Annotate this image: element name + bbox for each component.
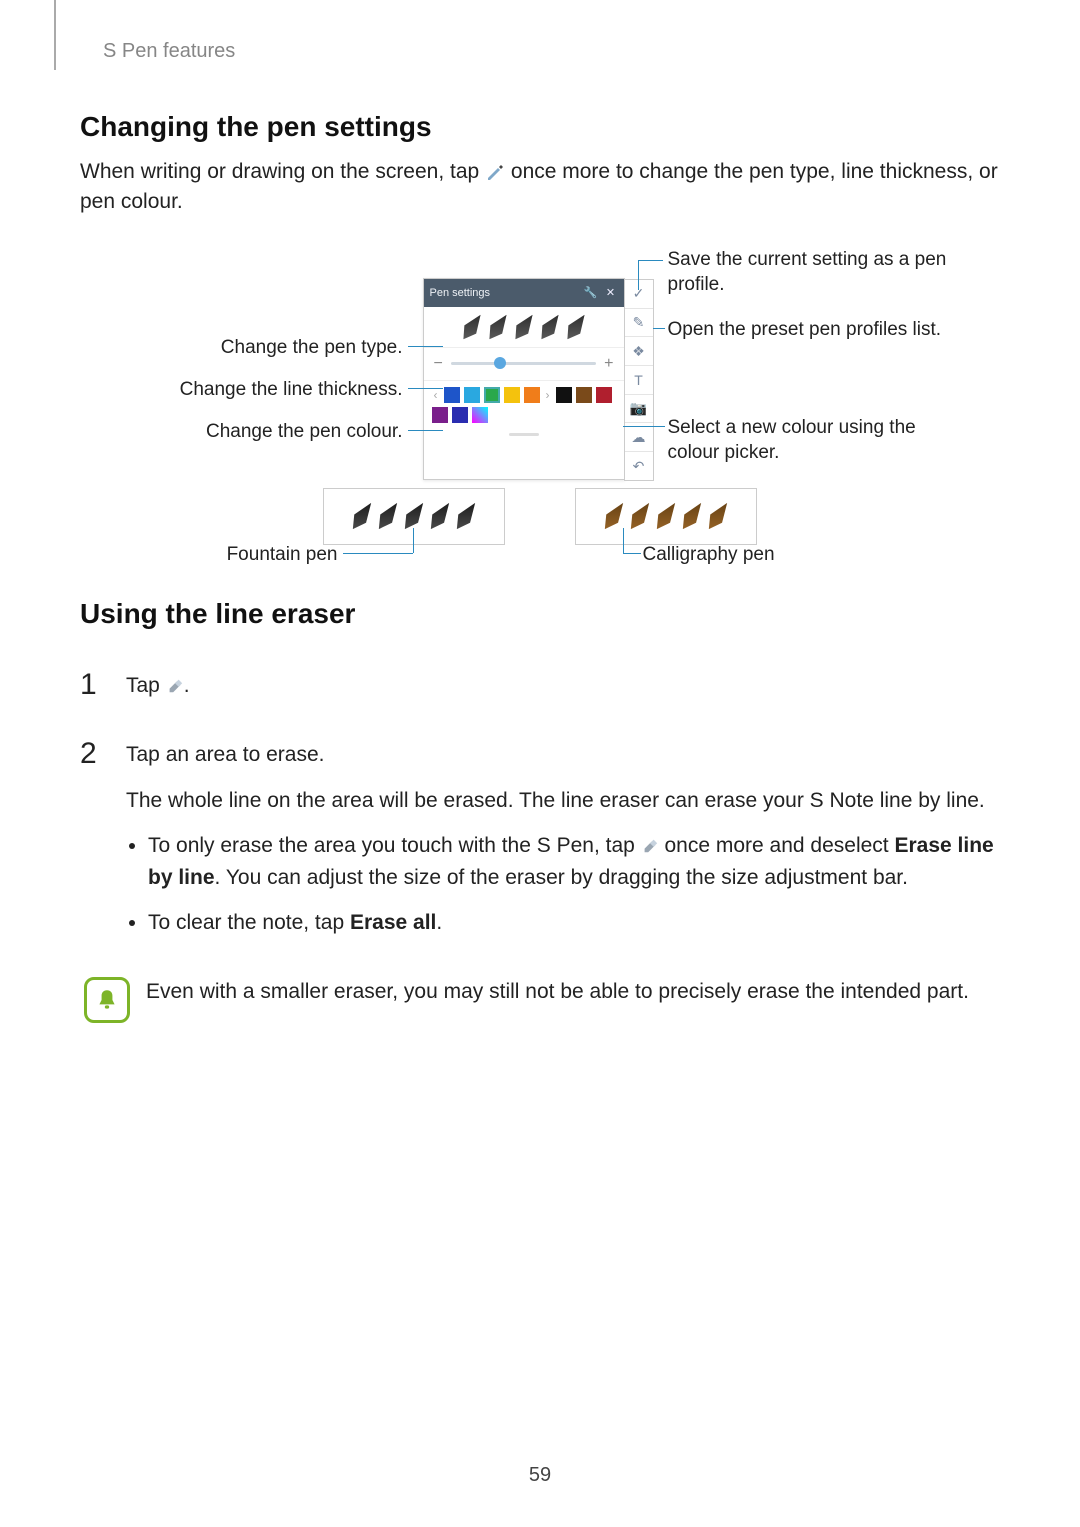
step2-line1: Tap an area to erase.	[126, 739, 1005, 771]
heading-line-eraser: Using the line eraser	[80, 598, 1005, 630]
fountain-pen-sample	[323, 488, 505, 545]
callout-save-profile: Save the current setting as a pen profil…	[668, 248, 968, 297]
cloud-icon: ☁	[625, 423, 653, 452]
label-fountain-pen: Fountain pen	[218, 543, 338, 568]
right-tool-strip: ✓ ✎ ❖ T 📷 ☁ ↶	[624, 279, 654, 481]
eraser-icon	[641, 832, 659, 850]
step-2: 2 Tap an area to erase. The whole line o…	[80, 739, 1005, 953]
pen-profile-icon: ✎	[625, 309, 653, 338]
pen-settings-panel: Pen settings 🔧 ✕ − + ‹	[423, 278, 625, 480]
note-bell-icon	[84, 977, 130, 1023]
step2-line2: The whole line on the area will be erase…	[126, 785, 1005, 817]
wrench-icon: 🔧	[584, 286, 598, 300]
panel-title-bar: Pen settings 🔧 ✕	[424, 279, 624, 307]
pen-icon	[485, 161, 505, 181]
note-text: Even with a smaller eraser, you may stil…	[146, 977, 969, 1023]
panel-title: Pen settings	[430, 287, 491, 299]
step1-text-after: .	[184, 674, 190, 697]
callout-pen-colour: Change the pen colour.	[206, 420, 403, 445]
heading-changing-pen-settings: Changing the pen settings	[80, 111, 1005, 143]
step-number-1: 1	[80, 670, 108, 716]
close-icon: ✕	[604, 286, 618, 300]
page-number: 59	[0, 1464, 1080, 1487]
pen-type-row	[424, 307, 624, 347]
undo-icon: ↶	[625, 452, 653, 480]
intro-text-before: When writing or drawing on the screen, t…	[80, 160, 485, 183]
side-rule	[54, 0, 56, 70]
drag-handle-icon	[424, 429, 624, 441]
plus-icon: +	[604, 355, 613, 373]
callout-preset-list: Open the preset pen profiles list.	[668, 318, 942, 343]
minus-icon: −	[434, 355, 443, 373]
breadcrumb: S Pen features	[103, 40, 1005, 63]
callout-pen-type: Change the pen type.	[221, 336, 403, 361]
chevron-left-icon: ‹	[432, 388, 440, 402]
pen-settings-diagram: Pen settings 🔧 ✕ − + ‹	[83, 248, 1003, 568]
chevron-right-icon: ›	[544, 388, 552, 402]
thickness-slider	[451, 362, 596, 365]
callout-line-thickness: Change the line thickness.	[180, 378, 403, 403]
colour-picker-icon	[472, 407, 488, 423]
checkmark-icon: ✓	[625, 280, 653, 309]
preset-list-icon: ❖	[625, 337, 653, 366]
colour-row: ‹ ›	[424, 380, 624, 429]
camera-icon: 📷	[625, 395, 653, 424]
calligraphy-pen-sample	[575, 488, 757, 545]
step-1: 1 Tap .	[80, 670, 1005, 716]
text-tool-icon: T	[625, 366, 653, 395]
step-number-2: 2	[80, 739, 108, 953]
eraser-icon	[166, 672, 184, 690]
note-callout: Even with a smaller eraser, you may stil…	[84, 977, 1005, 1023]
callout-colour-picker: Select a new colour using the colour pic…	[668, 416, 968, 465]
label-calligraphy-pen: Calligraphy pen	[643, 543, 775, 568]
step1-text-before: Tap	[126, 674, 166, 697]
thickness-row: − +	[424, 347, 624, 380]
bullet-erase-area: To only erase the area you touch with th…	[148, 830, 1005, 893]
manual-page: S Pen features Changing the pen settings…	[0, 0, 1080, 1527]
intro-paragraph: When writing or drawing on the screen, t…	[80, 157, 1005, 218]
bullet-erase-all: To clear the note, tap Erase all.	[148, 907, 1005, 939]
